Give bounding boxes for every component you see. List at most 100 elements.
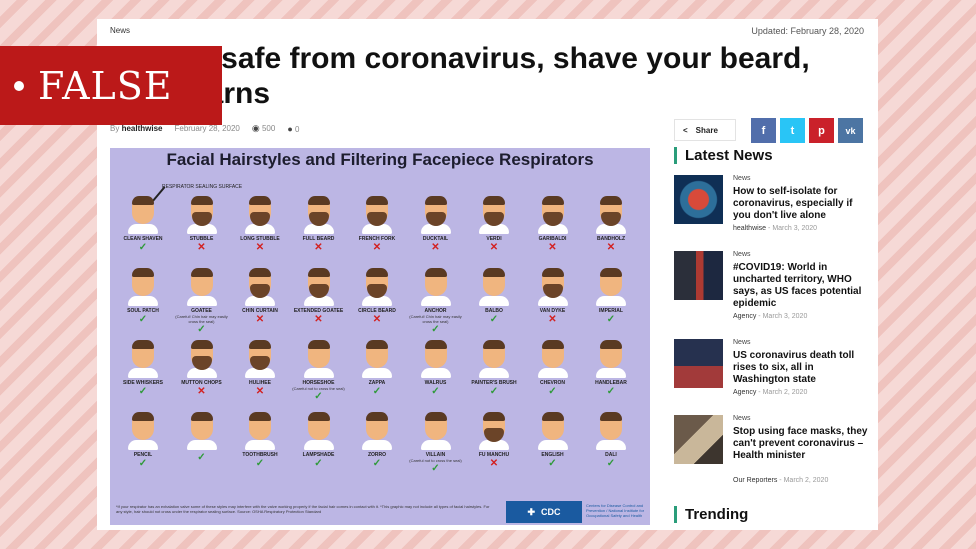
news-author[interactable]: Agency [733,389,756,396]
check-icon: ✓ [489,386,499,397]
news-item[interactable]: News How to self-isolate for coronavirus… [674,175,870,245]
cross-icon: ✕ [372,242,382,253]
pinterest-share-button[interactable]: p [809,118,834,143]
vk-share-button[interactable]: vk [838,118,863,143]
news-thumbnail[interactable] [674,339,723,388]
seal-label: RESPIRATOR SEALING SURFACE [162,184,243,190]
face-illustration [362,340,392,378]
hairstyle-cell: ENGLISH ✓ [524,412,582,469]
cross-icon: ✕ [372,314,382,325]
news-title[interactable]: Stop using face masks, they can't preven… [733,426,870,462]
cross-icon: ✕ [197,386,206,397]
check-icon: ✓ [372,458,382,469]
check-icon: ✓ [606,314,616,325]
news-title[interactable]: US coronavirus death toll rises to six, … [733,350,870,386]
face-illustration [186,196,217,234]
news-category[interactable]: News [733,251,751,258]
news-title[interactable]: How to self-isolate for coronavirus, esp… [733,186,870,222]
face-illustration [303,340,334,378]
news-item[interactable]: News Stop using face masks, they can't p… [674,415,870,485]
face-illustration [128,268,158,306]
face-illustration [245,340,275,378]
news-meta: Agency - March 3, 2020 [733,313,808,320]
trending-heading: Trending [674,506,748,523]
news-date: March 3, 2020 [762,313,808,320]
face-illustration [537,196,568,234]
hairstyle-cell: VILLAIN (Careful not to cross the seal) ✓ [407,412,465,474]
check-icon: ✓ [138,458,148,469]
face-illustration [479,412,509,450]
article-category[interactable]: News [110,26,130,35]
news-category[interactable]: News [733,175,751,182]
views-value: 500 [261,124,276,133]
check-icon: ✓ [138,386,148,397]
news-category[interactable]: News [733,339,751,346]
news-item[interactable]: News #COVID19: World in uncharted territ… [674,251,870,321]
views-count: ◉ 500 [252,123,275,134]
facebook-share-button[interactable]: f [751,118,776,143]
news-thumbnail[interactable] [674,175,723,224]
hairstyle-cell: CLEAN SHAVEN ✓ [114,196,172,253]
news-meta: Agency - March 2, 2020 [733,389,808,396]
news-title[interactable]: #COVID19: World in uncharted territory, … [733,262,870,310]
hairstyle-cell: ZAPPA ✓ [348,340,406,397]
face-illustration [245,196,275,234]
hairstyle-note: (Careful! Chin hair may easily cross the… [175,314,228,324]
cross-icon: ✕ [548,242,557,253]
check-icon: ✓ [606,458,616,469]
eye-icon: ◉ [251,123,260,133]
face-illustration [303,412,334,450]
face-illustration [596,340,626,378]
hairstyle-cell: PAINTER'S BRUSH ✓ [465,340,523,397]
face-illustration [128,196,158,234]
check-icon: ✓ [548,386,557,397]
hairstyle-cell: ZORRO ✓ [348,412,406,469]
news-date: March 2, 2020 [762,389,808,396]
face-illustration [479,196,509,234]
infographic-title: Facial Hairstyles and Filtering Facepiec… [166,150,594,169]
cross-icon: ✕ [255,314,265,325]
face-illustration [596,412,626,450]
hairstyle-cell: LAMPSHADE ✓ [290,412,348,469]
hairstyle-cell: IMPERIAL ✓ [582,268,640,325]
news-date: March 2, 2020 [783,477,829,484]
check-icon: ✓ [314,391,323,402]
cross-icon: ✕ [489,458,499,469]
face-illustration [420,268,451,306]
cdc-logo-text: CDC [541,507,561,517]
hairstyle-cell: CHIN CURTAIN ✕ [231,268,289,325]
cross-icon: ✕ [314,242,323,253]
hairstyle-cell: BALBO ✓ [465,268,523,325]
check-icon: ✓ [372,386,382,397]
verdict-label: FALSE [38,63,173,108]
news-meta: Our Reporters - March 2, 2020 [733,477,829,484]
share-box[interactable]: < Share [674,119,736,141]
comments-count[interactable]: ● 0 [287,124,299,134]
latest-news-heading: Latest News [674,147,773,164]
hairstyle-cell: SIDE WHISKERS ✓ [114,340,172,397]
news-date: March 3, 2020 [772,225,818,232]
check-icon: ✓ [138,314,148,325]
hairstyle-cell: CIRCLE BEARD ✕ [348,268,406,325]
news-author[interactable]: Our Reporters [733,477,777,484]
hairstyle-cell: ANCHOR (Careful! Chin hair may easily cro… [407,268,465,335]
news-thumbnail[interactable] [674,251,723,300]
face-illustration [186,340,217,378]
face-illustration [128,340,158,378]
check-icon: ✓ [138,242,148,253]
face-illustration [420,340,451,378]
news-category[interactable]: News [733,415,751,422]
news-author[interactable]: healthwise [733,225,766,232]
share-label: Share [695,125,718,135]
news-author[interactable]: Agency [733,313,756,320]
hairstyle-cell: FU MANCHU ✕ [465,412,523,469]
hairstyle-cell: SOUL PATCH ✓ [114,268,172,325]
face-illustration [537,412,568,450]
face-illustration [128,412,158,450]
face-illustration [303,268,334,306]
hairstyle-cell: TOOTHBRUSH ✓ [231,412,289,469]
author-link[interactable]: healthwise [122,124,163,133]
news-item[interactable]: News US coronavirus death toll rises to … [674,339,870,409]
news-thumbnail[interactable] [674,415,723,464]
twitter-share-button[interactable]: t [780,118,805,143]
